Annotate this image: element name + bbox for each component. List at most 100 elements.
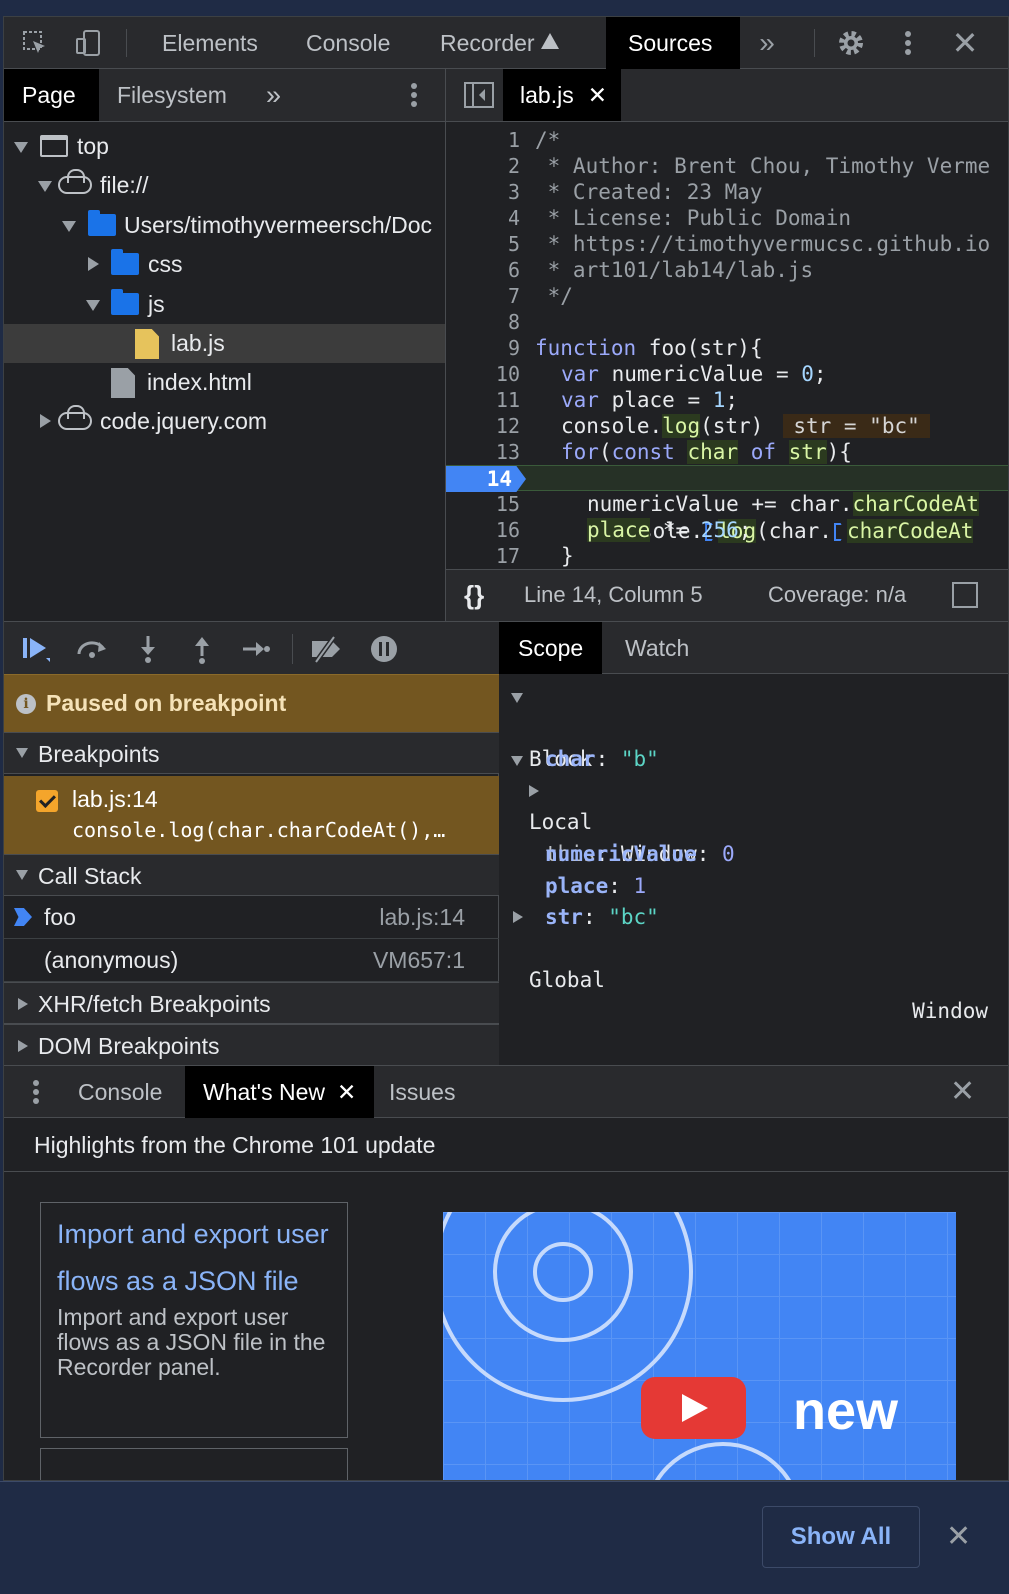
line-number[interactable]: 3 xyxy=(446,179,520,205)
scope-entry[interactable]: numericValue: 0 xyxy=(499,808,1008,866)
line-number[interactable]: 13 xyxy=(446,439,520,465)
tab-page[interactable]: Page xyxy=(4,69,99,121)
close-devtools-icon[interactable]: ✕ xyxy=(948,25,982,61)
close-tab-icon[interactable]: ✕ xyxy=(337,1079,356,1105)
section-breakpoints[interactable]: Breakpoints xyxy=(4,732,499,774)
expand-arrow-icon[interactable] xyxy=(38,181,52,192)
close-tab-icon[interactable]: ✕ xyxy=(588,82,607,108)
tab-recorder[interactable]: Recorder xyxy=(418,17,581,69)
youtube-play-icon[interactable] xyxy=(641,1377,746,1439)
section-dom-breakpoints[interactable]: DOM Breakpoints xyxy=(4,1024,499,1066)
line-number[interactable]: 2 xyxy=(446,153,520,179)
collapse-arrow-icon xyxy=(513,911,523,923)
more-tabs-chevron-icon[interactable]: » xyxy=(750,27,784,59)
step-out-icon[interactable] xyxy=(182,632,222,666)
scope-block[interactable]: Block xyxy=(499,682,1008,771)
tab-watch[interactable]: Watch xyxy=(606,622,708,674)
tab-sources[interactable]: Sources xyxy=(606,17,740,69)
scope-entry[interactable]: str: "bc" xyxy=(499,871,1008,929)
scope-entry[interactable]: char: "b" xyxy=(499,713,1008,771)
paused-message: Paused on breakpoint xyxy=(46,690,287,716)
video-thumbnail[interactable]: new xyxy=(443,1212,956,1480)
inspect-element-icon[interactable] xyxy=(18,27,52,59)
resume-icon[interactable] xyxy=(16,632,56,666)
scope-entry[interactable]: this: Window xyxy=(499,777,1008,866)
scope-global[interactable]: Global Window xyxy=(499,903,1008,1023)
frame-location[interactable]: lab.js:14 xyxy=(379,896,465,939)
tab-console[interactable]: Console xyxy=(284,17,412,69)
tab-filesystem[interactable]: Filesystem xyxy=(99,69,245,121)
tree-item-index-html[interactable]: index.html xyxy=(4,363,445,402)
call-frame-anonymous[interactable]: (anonymous) VM657:1 xyxy=(4,939,499,982)
device-toolbar-icon[interactable] xyxy=(72,27,106,59)
scope-local[interactable]: Local xyxy=(499,745,1008,834)
tree-item-jquery[interactable]: code.jquery.com xyxy=(4,402,445,441)
section-xhr-breakpoints[interactable]: XHR/fetch Breakpoints xyxy=(4,982,499,1024)
deactivate-breakpoints-icon[interactable] xyxy=(306,632,346,666)
tree-item-users-folder[interactable]: Users/timothyvermeersch/Doc xyxy=(4,206,445,245)
line-number[interactable]: 5 xyxy=(446,231,520,257)
breakpoint-item[interactable]: lab.js:14 console.log(char.charCodeAt(),… xyxy=(4,776,499,854)
expand-arrow-icon[interactable] xyxy=(62,221,76,232)
section-call-stack[interactable]: Call Stack xyxy=(4,854,499,896)
breakpoint-marker[interactable]: 14 xyxy=(446,466,526,492)
line-number[interactable]: 9 xyxy=(446,335,520,361)
line-number[interactable]: 1 xyxy=(446,127,520,153)
show-all-button[interactable]: Show All xyxy=(762,1506,920,1568)
line-number[interactable]: 16 xyxy=(446,517,520,543)
tab-scope[interactable]: Scope xyxy=(499,622,603,674)
drawer-tab-whats-new[interactable]: What's New ✕ xyxy=(185,1066,375,1118)
tree-item-js-folder[interactable]: js xyxy=(4,285,445,324)
editor-tabs: lab.js ✕ xyxy=(446,69,1008,122)
collapse-arrow-icon[interactable] xyxy=(88,257,99,271)
navigator-kebab-icon[interactable] xyxy=(410,81,418,114)
tree-item-top[interactable]: top xyxy=(4,127,445,166)
pretty-print-icon[interactable]: {} xyxy=(464,570,484,620)
tab-elements[interactable]: Elements xyxy=(140,17,280,69)
line-number[interactable]: 10 xyxy=(446,361,520,387)
feature-card-title[interactable]: Import and export user flows as a JSON f… xyxy=(57,1211,331,1305)
toggle-navigator-icon[interactable] xyxy=(464,82,494,113)
drawer-tab-issues[interactable]: Issues xyxy=(371,1066,473,1118)
scope-tabs: Scope Watch xyxy=(499,622,1008,674)
step-over-icon[interactable] xyxy=(72,632,112,666)
line-number[interactable]: 11 xyxy=(446,387,520,413)
step-into-icon[interactable] xyxy=(128,632,168,666)
tab-recorder-label: Recorder xyxy=(440,30,535,56)
expand-arrow-icon[interactable] xyxy=(86,300,100,311)
collapse-arrow-icon[interactable] xyxy=(40,414,51,428)
tree-item-file[interactable]: file:// xyxy=(4,166,445,205)
line-number[interactable]: 12 xyxy=(446,413,520,439)
frame-location[interactable]: VM657:1 xyxy=(373,939,465,982)
line-number[interactable]: 7 xyxy=(446,283,520,309)
step-icon[interactable] xyxy=(236,632,276,666)
tree-item-css-folder[interactable]: css xyxy=(4,245,445,284)
breakpoint-checkbox[interactable] xyxy=(36,790,58,812)
feature-card[interactable]: Import and export user flows as a JSON f… xyxy=(40,1202,348,1438)
line-number[interactable]: 17 xyxy=(446,543,520,569)
line-number[interactable]: 8 xyxy=(446,309,520,335)
kebab-menu-icon[interactable] xyxy=(891,27,925,59)
more-navigators-chevron-icon[interactable]: » xyxy=(248,69,299,121)
pause-on-exceptions-icon[interactable] xyxy=(364,632,404,666)
line-number[interactable]: 6 xyxy=(446,257,520,283)
tab-lab-js[interactable]: lab.js ✕ xyxy=(503,69,621,121)
line-number[interactable]: 15 xyxy=(446,491,520,517)
drawer-tab-console[interactable]: Console xyxy=(60,1066,180,1118)
call-frame-foo[interactable]: foo lab.js:14 xyxy=(4,896,499,939)
code-token: ; xyxy=(738,518,752,542)
line-number[interactable]: 4 xyxy=(446,205,520,231)
expand-arrow-icon[interactable] xyxy=(14,142,28,153)
settings-gear-icon[interactable] xyxy=(834,27,868,59)
toggle-debugger-icon[interactable] xyxy=(952,582,978,608)
editor-status-bar: {} Line 14, Column 5 Coverage: n/a xyxy=(446,569,1008,621)
scope-entry[interactable]: place: 1 xyxy=(499,840,1008,898)
dismiss-notification-icon[interactable]: ✕ xyxy=(946,1522,971,1552)
section-title: Breakpoints xyxy=(38,741,160,767)
tree-item-lab-js[interactable]: lab.js xyxy=(4,324,445,363)
drawer-menu-icon[interactable] xyxy=(32,1078,40,1111)
collapse-arrow-icon[interactable] xyxy=(529,785,539,797)
feature-card-next[interactable] xyxy=(40,1448,348,1480)
close-drawer-icon[interactable]: ✕ xyxy=(950,1077,975,1107)
code-area[interactable]: 1 /* 2 * Author: Brent Chou, Timothy Verm… xyxy=(446,122,1008,569)
